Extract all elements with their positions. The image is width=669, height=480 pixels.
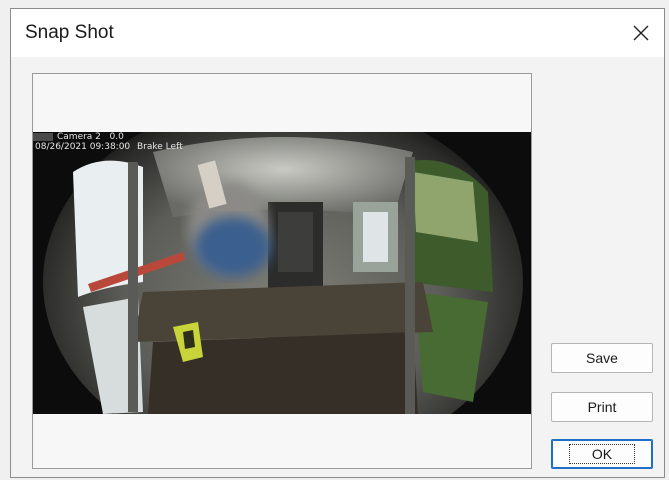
snapshot-dialog: Snap Shot Camera 2 0.0 08/26/2021 09:38:… xyxy=(10,8,665,478)
print-button[interactable]: Print xyxy=(551,392,653,422)
close-button[interactable] xyxy=(618,9,664,57)
ok-button-label: OK xyxy=(568,444,636,464)
snapshot-timestamp: 08/26/2021 09:38:00 xyxy=(35,142,131,152)
snapshot-image: Camera 2 0.0 08/26/2021 09:38:00 Brake L… xyxy=(33,132,531,414)
snapshot-preview-frame: Camera 2 0.0 08/26/2021 09:38:00 Brake L… xyxy=(32,73,532,469)
close-icon xyxy=(633,25,649,41)
title-bar: Snap Shot xyxy=(11,9,664,57)
osd-redaction xyxy=(33,133,53,141)
camera-frame-illustration xyxy=(33,132,531,414)
ok-button[interactable]: OK xyxy=(551,439,653,469)
camera-side-label: Brake Left xyxy=(137,142,183,152)
save-button[interactable]: Save xyxy=(551,343,653,373)
camera-label: Camera 2 0.0 xyxy=(57,132,124,142)
dialog-title: Snap Shot xyxy=(25,22,114,43)
